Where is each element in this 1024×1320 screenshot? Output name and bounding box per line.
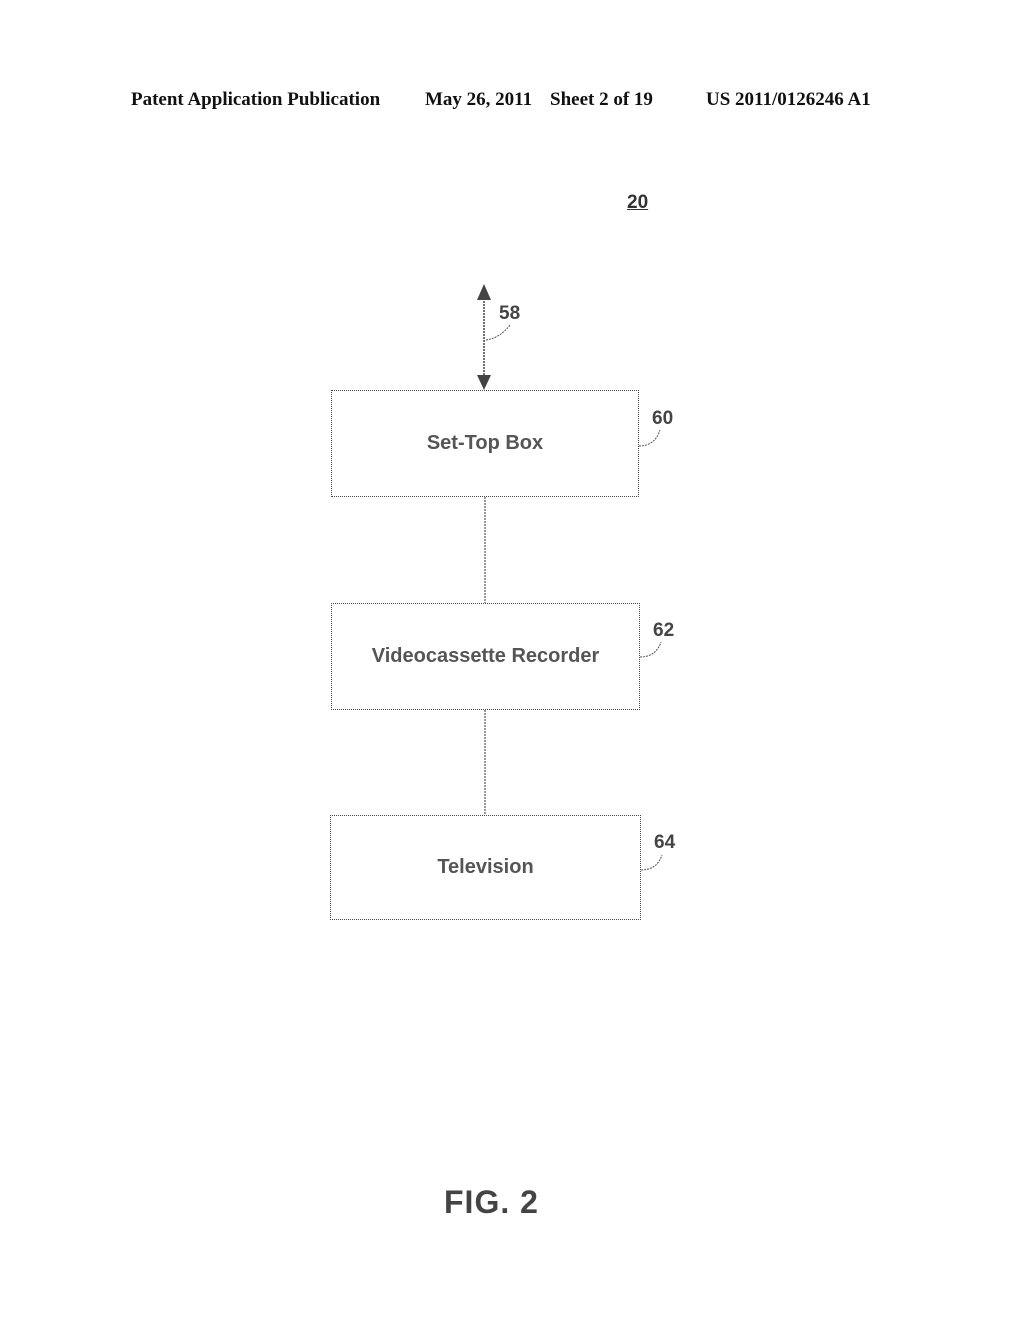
leader-line-62 (639, 641, 662, 658)
block-reference-number: 60 (652, 408, 674, 429)
arrow-down-icon (477, 375, 491, 390)
videocassette-recorder-block: Videocassette Recorder (331, 603, 640, 710)
set-top-box-block: Set-Top Box (331, 390, 639, 497)
block-reference-number: 64 (654, 832, 676, 853)
leader-line-58 (485, 324, 511, 341)
television-block: Television (330, 815, 641, 920)
block-reference-number: 62 (653, 620, 675, 641)
signal-reference-number: 58 (499, 303, 521, 324)
block-label: Videocassette Recorder (371, 645, 600, 667)
leader-line-64 (640, 854, 663, 871)
figure-label: FIG. 2 (444, 1184, 539, 1220)
block-label: Set-Top Box (426, 432, 544, 454)
block-label: Television (437, 856, 534, 878)
arrow-up-icon (477, 284, 491, 300)
leader-line-60 (638, 429, 661, 447)
